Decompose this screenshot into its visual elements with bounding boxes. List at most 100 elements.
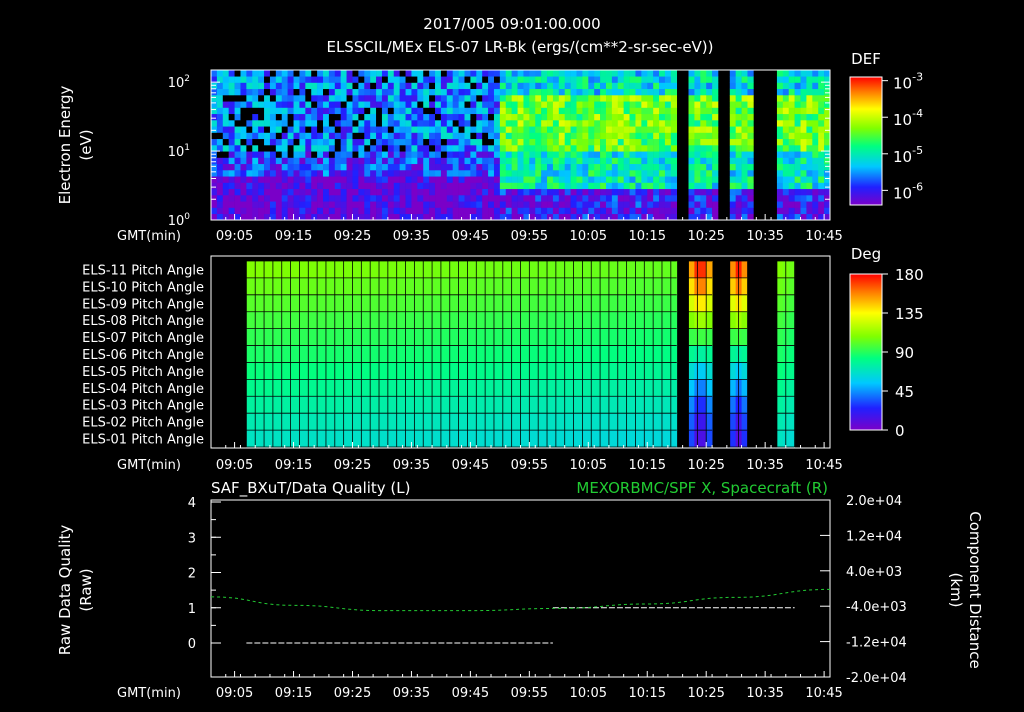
pitch-angle-cell <box>452 277 459 296</box>
pitch-angle-cell <box>328 328 336 346</box>
energy-spectrogram-cell <box>818 82 825 90</box>
energy-spectrogram-cell <box>222 157 229 165</box>
energy-spectrogram-cell <box>641 126 648 133</box>
energy-spectrogram-cell <box>340 76 347 83</box>
energy-spectrogram-cell <box>570 201 577 208</box>
energy-spectrogram-cell <box>735 126 742 133</box>
energy-x-tick-label: 09:05 <box>216 229 253 244</box>
energy-spectrogram-cell <box>735 70 742 77</box>
pitch-angle-cell <box>334 345 342 363</box>
pitch-angle-cell <box>600 328 607 346</box>
pitch-angle-cell <box>435 345 442 363</box>
energy-spectrogram-cell <box>611 76 619 83</box>
energy-spectrogram-cell <box>582 157 589 165</box>
energy-spectrogram-cell <box>635 88 642 96</box>
energy-spectrogram-cell <box>623 176 630 183</box>
energy-spectrogram-cell <box>812 126 819 133</box>
energy-spectrogram-cell <box>794 107 801 115</box>
energy-spectrogram-cell <box>299 76 306 83</box>
energy-spectrogram-cell <box>476 101 483 108</box>
energy-spectrogram-cell <box>747 82 754 90</box>
pitch-angle-cell <box>600 362 607 380</box>
energy-spectrogram-cell <box>564 101 571 108</box>
energy-spectrogram-cell <box>576 207 583 215</box>
pitch-angle-cell <box>293 311 300 330</box>
energy-spectrogram-cell <box>358 195 365 202</box>
energy-spectrogram-cell <box>299 157 306 165</box>
energy-spectrogram-cell <box>741 151 748 158</box>
pitch-angle-cell <box>706 328 713 346</box>
energy-spectrogram-cell <box>800 195 807 202</box>
energy-spectrogram-cell <box>729 188 736 196</box>
energy-spectrogram-cell <box>511 188 518 196</box>
energy-spectrogram-cell <box>317 132 324 140</box>
energy-spectrogram-cell <box>246 76 253 83</box>
pitch-angle-cell <box>405 294 412 313</box>
energy-spectrogram-cell <box>493 138 501 146</box>
pitch-angle-cell <box>582 413 589 431</box>
energy-spectrogram-cell <box>417 207 424 215</box>
energy-spectrogram-cell <box>582 95 589 102</box>
pitch-angle-cell <box>405 362 412 380</box>
energy-spectrogram-cell <box>558 120 566 127</box>
energy-spectrogram-cell <box>452 126 459 133</box>
pitch-angle-cell <box>529 379 536 397</box>
energy-spectrogram-cell <box>228 82 235 90</box>
energy-spectrogram-cell <box>594 201 601 208</box>
energy-spectrogram-cell <box>659 170 666 177</box>
pitch-angle-cell <box>299 413 306 431</box>
energy-spectrogram-cell <box>234 182 241 190</box>
energy-spectrogram-cell <box>570 195 577 202</box>
energy-spectrogram-cell <box>323 157 330 165</box>
energy-spectrogram-cell <box>747 176 754 183</box>
energy-spectrogram-cell <box>505 88 512 96</box>
energy-spectrogram-cell <box>535 163 542 171</box>
energy-spectrogram-cell <box>529 76 536 83</box>
energy-spectrogram-cell <box>635 95 642 102</box>
energy-spectrogram-cell <box>511 213 518 221</box>
pitch-angle-cell <box>381 311 389 330</box>
pitch-angle-cell <box>629 413 636 431</box>
energy-spectrogram-cell <box>222 207 229 215</box>
pitch-angle-cell <box>564 362 572 380</box>
energy-spectrogram-cell <box>735 145 742 152</box>
energy-spectrogram-cell <box>470 82 477 90</box>
energy-spectrogram-cell <box>564 188 571 196</box>
energy-spectrogram-cell <box>547 95 554 102</box>
pitch-angle-cell <box>647 430 654 448</box>
pitch-angle-cell <box>558 311 566 330</box>
pitch-angle-cell <box>547 261 554 279</box>
energy-spectrogram-cell <box>358 107 365 115</box>
energy-spectrogram-cell <box>440 101 448 108</box>
energy-spectrogram-cell <box>706 113 713 121</box>
energy-spectrogram-cell <box>794 163 801 171</box>
energy-spectrogram-cell <box>458 101 465 108</box>
energy-spectrogram-cell <box>334 113 341 121</box>
energy-spectrogram-cell <box>794 182 801 190</box>
energy-spectrogram-cell <box>806 126 813 133</box>
energy-spectrogram-cell <box>458 195 465 202</box>
energy-spectrogram-cell <box>417 182 424 190</box>
energy-spectrogram-cell <box>670 113 678 121</box>
energy-spectrogram-cell <box>275 70 283 77</box>
pitch-angle-cell <box>488 413 495 431</box>
energy-spectrogram-cell <box>488 120 495 127</box>
pitch-angle-cell <box>670 430 678 448</box>
pitch-angle-cell <box>334 277 342 296</box>
energy-spectrogram-cell <box>435 82 442 90</box>
energy-spectrogram-cell <box>664 101 672 108</box>
energy-spectrogram-cell <box>299 188 306 196</box>
energy-spectrogram-cell <box>659 188 666 196</box>
pitch-channel-label: ELS-11 Pitch Angle <box>82 263 204 278</box>
pitch-angle-cell <box>317 328 324 346</box>
energy-spectrogram-cell <box>535 145 542 152</box>
energy-spectrogram-cell <box>635 138 642 146</box>
pitch-angle-cell <box>352 328 359 346</box>
quality-x-tick-label: 09:45 <box>452 686 489 701</box>
energy-spectrogram-cell <box>387 145 395 152</box>
energy-spectrogram-cell <box>818 145 825 152</box>
energy-spectrogram-cell <box>411 213 418 221</box>
energy-spectrogram-cell <box>558 170 566 177</box>
energy-spectrogram-cell <box>334 170 341 177</box>
pitch-angle-cell <box>311 396 318 414</box>
